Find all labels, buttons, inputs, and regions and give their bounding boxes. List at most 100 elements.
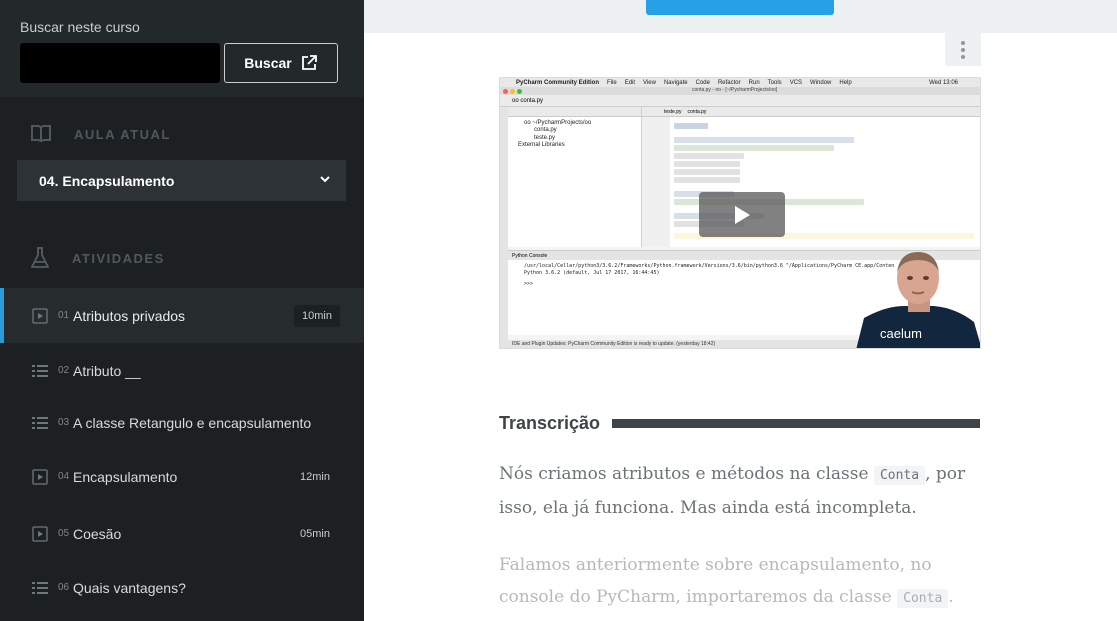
current-lesson-header: AULA ATUAL — [30, 124, 171, 144]
code-line — [674, 153, 744, 159]
more-dot — [961, 40, 965, 45]
editor-tab: conta.py — [687, 108, 707, 115]
inline-code: Conta — [873, 466, 926, 485]
code-line — [674, 169, 740, 175]
editor-gutter — [642, 117, 670, 247]
activity-title: Coesão — [73, 525, 122, 542]
play-button[interactable] — [699, 192, 785, 237]
course-search-area: Buscar neste curso Buscar — [0, 0, 364, 97]
inline-code: Conta — [897, 589, 949, 608]
more-options-button[interactable] — [945, 33, 981, 66]
activity-title: Atributo __ — [73, 362, 141, 379]
video-icon — [32, 468, 48, 485]
video-menu-item: Code — [695, 79, 710, 86]
close-dot — [503, 89, 508, 94]
list-icon — [32, 364, 48, 377]
top-bar — [364, 0, 1117, 33]
video-tool-strip — [500, 107, 508, 342]
lesson-content: PyCharm Community Edition File Edit View… — [364, 0, 1117, 621]
code-line — [674, 123, 708, 129]
activity-title: Quais vantagens? — [73, 579, 186, 596]
video-menu-item: Navigate — [663, 79, 688, 86]
activity-title: Atributos privados — [73, 307, 186, 324]
activity-duration: 05min — [300, 527, 330, 540]
editor-tabs: teste.py conta.py — [642, 107, 980, 117]
transcript-title: Transcrição — [499, 413, 601, 433]
video-menu-item: Refactor — [717, 79, 741, 86]
transcript-divider — [612, 419, 981, 428]
video-mac-clock: Wed 13:06 — [929, 79, 958, 86]
code-line — [674, 137, 854, 143]
activity-item[interactable]: 05 Coesão 05min — [0, 506, 364, 561]
activity-duration: 10min — [294, 304, 340, 327]
activity-item[interactable]: 02 Atributo __ — [0, 343, 364, 398]
video-window-titlebar: conta.py - oo - [~/PycharmProjects/oo] — [500, 87, 980, 95]
transcript-text: Falamos anteriormente sobre encapsulamen… — [499, 555, 932, 607]
transcript-text: Nós criamos atributos e métodos na class… — [499, 464, 874, 484]
play-icon — [735, 205, 750, 224]
video-menu-item: Window — [810, 79, 832, 86]
video-icon — [32, 525, 48, 542]
activity-number: 06 — [58, 582, 70, 593]
project-pane-head — [508, 107, 641, 117]
activity-item[interactable]: 01 Atributos privados 10min — [0, 288, 364, 343]
activities-header-label: ATIVIDADES — [72, 250, 165, 266]
transcript-paragraph: Falamos anteriormente sobre encapsulamen… — [499, 549, 981, 615]
activity-item[interactable]: 03 A classe Retangulo e encapsulamento — [0, 395, 364, 450]
minimize-dot — [510, 89, 515, 94]
activity-number: 02 — [58, 365, 70, 376]
activity-number: 03 — [58, 417, 70, 428]
video-menu-item: File — [607, 79, 617, 86]
console-line: >>> — [524, 281, 534, 287]
lesson-select[interactable]: 04. Encapsulamento — [17, 160, 346, 201]
video-breadcrumb: oo conta.py — [512, 97, 544, 104]
video-breadcrumb-bar: oo conta.py — [500, 95, 980, 107]
activity-number: 05 — [58, 528, 70, 539]
activity-item[interactable]: 04 Encapsulamento 12min — [0, 449, 364, 504]
video-menu-item: Edit — [624, 79, 636, 86]
top-action-button[interactable] — [646, 0, 834, 15]
list-icon — [32, 416, 48, 429]
video-menu-item: View — [643, 79, 656, 86]
activity-duration: 12min — [300, 470, 330, 483]
presenter-brand: caelum — [880, 326, 922, 341]
project-item: External Libraries — [518, 142, 565, 148]
activity-title: A classe Retangulo e encapsulamento — [73, 414, 312, 431]
video-icon — [32, 307, 48, 324]
more-dot — [961, 47, 965, 52]
list-icon — [32, 581, 48, 594]
book-icon — [31, 125, 51, 143]
project-item: oo ~/PycharmProjects/oo — [524, 120, 592, 126]
search-label: Buscar neste curso — [20, 19, 140, 35]
activity-title: Encapsulamento — [73, 468, 178, 485]
transcript-header: Transcrição — [499, 413, 981, 434]
video-player[interactable]: PyCharm Community Edition File Edit View… — [499, 77, 981, 349]
external-link-icon — [301, 55, 317, 70]
video-menu-item: VCS — [789, 79, 803, 86]
flask-icon — [31, 247, 49, 268]
video-status-text: IDE and Plugin Updates: PyCharm Communit… — [512, 341, 716, 347]
video-menu-item: Help — [839, 79, 852, 86]
search-input[interactable] — [20, 43, 220, 83]
project-item: teste.py — [534, 135, 556, 141]
search-button[interactable]: Buscar — [224, 43, 338, 83]
video-code-editor: teste.py conta.py — [642, 107, 980, 247]
presenter-image: caelum — [856, 252, 980, 348]
video-mac-menubar: PyCharm Community Edition File Edit View… — [500, 78, 980, 87]
console-line: /usr/local/Cellar/python3/3.6.2/Framewor… — [524, 263, 895, 269]
code-line — [674, 145, 834, 151]
code-line — [674, 161, 740, 167]
current-lesson-header-label: AULA ATUAL — [74, 126, 171, 142]
activity-item[interactable]: 06 Quais vantagens? — [0, 560, 364, 615]
lesson-select-value: 04. Encapsulamento — [39, 172, 175, 189]
transcript-paragraph: Nós criamos atributos e métodos na class… — [499, 458, 981, 524]
editor-tab: teste.py — [664, 108, 682, 115]
transcript-text: . — [948, 587, 954, 607]
video-window-title: conta.py - oo - [~/PycharmProjects/oo] — [692, 87, 778, 93]
video-menu-item: Run — [748, 79, 760, 86]
zoom-dot — [517, 89, 522, 94]
search-button-label: Buscar — [244, 55, 292, 71]
video-project-pane: oo ~/PycharmProjects/oo conta.py teste.p… — [508, 107, 642, 247]
video-menu-app: PyCharm Community Edition — [516, 79, 600, 86]
activity-number: 04 — [58, 471, 70, 482]
